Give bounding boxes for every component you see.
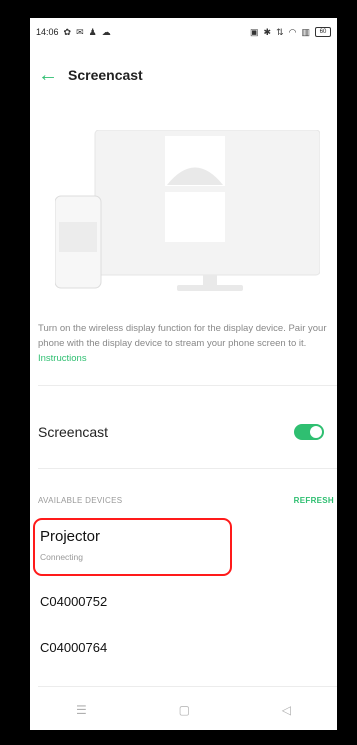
device-item-c04000764[interactable]: C04000764: [40, 640, 107, 655]
home-icon[interactable]: ▢: [179, 703, 190, 717]
page-title: Screencast: [68, 67, 143, 83]
mail-icon: ✉: [76, 26, 84, 37]
toggle-knob: [310, 426, 322, 438]
monitor-base: [177, 285, 243, 291]
screencast-toggle[interactable]: [294, 424, 324, 440]
wifi-icon: ◠: [288, 26, 297, 37]
divider: [38, 686, 337, 687]
status-time: 14:06: [36, 27, 59, 37]
monitor-panel: [165, 192, 225, 242]
nfc-icon: ▣: [250, 26, 259, 37]
phone-display: [59, 222, 97, 252]
status-right: ▣ ✱ ⇅ ◠ ▥ 60: [250, 27, 331, 38]
screencast-setting[interactable]: Screencast: [38, 414, 328, 450]
status-bar: 14:06 ✿ ✉ ♟ ☁ ▣ ✱ ⇅ ◠ ▥ 60: [30, 18, 337, 46]
signal-icon: ▥: [301, 26, 310, 37]
status-left: 14:06 ✿ ✉ ♟ ☁: [36, 27, 111, 38]
description-text: Turn on the wireless display function fo…: [38, 323, 327, 349]
navigation-bar: ☰ ▢ ◁: [30, 690, 337, 730]
cloud-icon: ☁: [101, 26, 111, 37]
figure-icon: ♟: [88, 26, 97, 37]
menu-icon[interactable]: ☰: [76, 703, 87, 717]
phone-screen: 14:06 ✿ ✉ ♟ ☁ ▣ ✱ ⇅ ◠ ▥ 60 ← Screencast …: [30, 18, 337, 730]
highlight-box: [33, 518, 232, 576]
device-name: C04000764: [40, 640, 108, 655]
description: Turn on the wireless display function fo…: [38, 321, 330, 366]
screencast-label: Screencast: [38, 424, 109, 440]
notification-icon: ✿: [63, 26, 72, 37]
back-arrow-icon[interactable]: ←: [38, 64, 62, 87]
data-transfer-icon: ⇅: [276, 26, 284, 37]
bluetooth-icon: ✱: [263, 26, 272, 37]
app-header: ← Screencast: [30, 60, 337, 90]
available-devices-header: AVAILABLE DEVICES REFRESH: [38, 496, 334, 505]
back-icon[interactable]: ◁: [282, 703, 291, 717]
device-item-c04000752[interactable]: C04000752: [40, 594, 107, 609]
instructions-link[interactable]: Instructions: [38, 353, 87, 364]
device-name: C04000752: [40, 594, 108, 609]
section-title: AVAILABLE DEVICES: [38, 496, 123, 505]
divider: [38, 468, 337, 469]
refresh-button[interactable]: REFRESH: [294, 496, 334, 505]
battery-icon: 60: [315, 27, 331, 37]
divider: [38, 385, 337, 386]
screencast-illustration: [55, 130, 320, 291]
